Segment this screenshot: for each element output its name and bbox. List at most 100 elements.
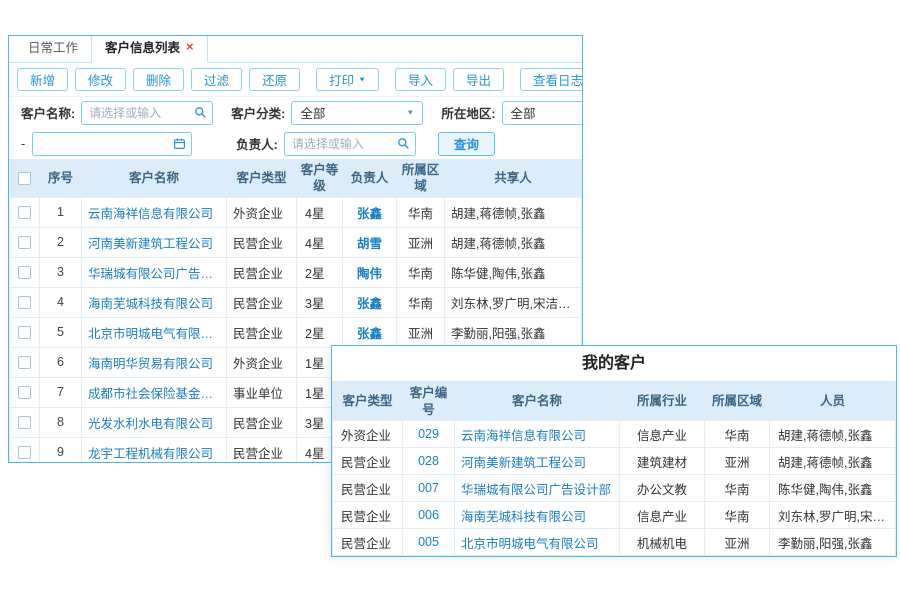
export-button[interactable]: 导出 (453, 68, 504, 91)
owner-link[interactable]: 张鑫 (343, 197, 397, 227)
list-item[interactable]: 民营企业007华瑞城有限公司广告设计部办公文教华南陈华健,陶伟,张鑫 (333, 475, 896, 502)
table-row[interactable]: 1云南海祥信息有限公司外资企业4星张鑫华南胡建,蒋德帧,张鑫 (10, 197, 582, 227)
customer-code-link[interactable]: 006 (403, 502, 455, 529)
col-header-people: 人员 (770, 383, 896, 421)
customer-level: 2星 (297, 317, 343, 347)
table-row[interactable]: 2河南美新建筑工程公司民营企业4星胡雪亚洲胡建,蒋德帧,张鑫 (10, 227, 582, 257)
table-row[interactable]: 4海南芜城科技有限公司民营企业3星张鑫华南刘东林,罗广明,宋洁然,张鑫 (10, 287, 582, 317)
region: 亚洲 (397, 227, 445, 257)
customer-type: 民营企业 (227, 437, 297, 463)
people: 胡建,蒋德帧,张鑫 (770, 448, 896, 475)
region: 华南 (397, 287, 445, 317)
row-number: 4 (40, 287, 82, 317)
people: 刘东林,罗广明,宋洁然... (770, 502, 896, 529)
delete-button[interactable]: 删除 (133, 68, 184, 91)
customer-name-link[interactable]: 云南海祥信息有限公司 (82, 197, 227, 227)
list-item[interactable]: 民营企业005北京市明城电气有限公司机械机电亚洲李勤丽,阳强,张鑫 (333, 529, 896, 556)
customer-name-link[interactable]: 海南芜城科技有限公司 (455, 502, 620, 529)
my-customers-table-body: 外资企业029云南海祥信息有限公司信息产业华南胡建,蒋德帧,张鑫民营企业028河… (333, 421, 896, 556)
customer-code-link[interactable]: 029 (403, 421, 455, 448)
customer-type: 外资企业 (333, 421, 403, 448)
table-row[interactable]: 5北京市明城电气有限公司民营企业2星张鑫亚洲李勤丽,阳强,张鑫 (10, 317, 582, 347)
row-checkbox[interactable] (18, 356, 31, 369)
customer-name-link[interactable]: 海南芜城科技有限公司 (82, 287, 227, 317)
restore-button[interactable]: 还原 (249, 68, 300, 91)
row-checkbox[interactable] (18, 446, 31, 459)
customer-name-link[interactable]: 龙宇工程机械有限公司 (82, 437, 227, 463)
edit-button[interactable]: 修改 (75, 68, 126, 91)
row-checkbox[interactable] (18, 296, 31, 309)
customer-code-link[interactable]: 007 (403, 475, 455, 502)
customer-name-filter (81, 101, 213, 125)
row-checkbox[interactable] (18, 386, 31, 399)
list-item[interactable]: 民营企业028河南美新建筑工程公司建筑建材亚洲胡建,蒋德帧,张鑫 (333, 448, 896, 475)
customer-type: 民营企业 (333, 529, 403, 556)
customer-name-link[interactable]: 成都市社会保险基金管理... (82, 377, 227, 407)
import-button[interactable]: 导入 (395, 68, 446, 91)
col-header-name: 客户名称 (455, 383, 620, 421)
col-header-region: 所属区域 (705, 383, 770, 421)
category-select[interactable]: 全部 ▼ (291, 101, 423, 125)
row-checkbox[interactable] (18, 206, 31, 219)
customer-name-link[interactable]: 华瑞城有限公司广告设计部 (82, 257, 227, 287)
owner-link[interactable]: 张鑫 (343, 317, 397, 347)
row-number: 1 (40, 197, 82, 227)
filter-row-1: 客户名称: 客户分类: 全部 ▼ 所在地区: 全部 ▼ (9, 97, 582, 128)
region-select[interactable]: 全部 ▼ (502, 101, 583, 125)
col-header-name: 客户名称 (82, 160, 227, 198)
close-icon[interactable]: × (186, 40, 194, 53)
row-checkbox[interactable] (18, 236, 31, 249)
region: 华南 (397, 197, 445, 227)
customer-name-link[interactable]: 北京市明城电气有限公司 (82, 317, 227, 347)
owner-link[interactable]: 张鑫 (343, 287, 397, 317)
search-icon[interactable] (397, 137, 410, 150)
view-log-button[interactable]: 查看日志 (520, 68, 583, 91)
date-input[interactable] (32, 132, 192, 156)
customer-name-link[interactable]: 光发水利水电有限公司 (82, 407, 227, 437)
row-number: 7 (40, 377, 82, 407)
row-checkbox-cell (10, 347, 40, 377)
industry: 信息产业 (620, 502, 705, 529)
industry: 办公文教 (620, 475, 705, 502)
customer-name-link[interactable]: 河南美新建筑工程公司 (455, 448, 620, 475)
customer-code-link[interactable]: 028 (403, 448, 455, 475)
search-icon[interactable] (194, 106, 207, 119)
list-item[interactable]: 外资企业029云南海祥信息有限公司信息产业华南胡建,蒋德帧,张鑫 (333, 421, 896, 448)
row-checkbox[interactable] (18, 416, 31, 429)
select-all-checkbox[interactable] (18, 172, 31, 185)
row-number: 6 (40, 347, 82, 377)
owner-link[interactable]: 胡雪 (343, 227, 397, 257)
row-checkbox[interactable] (18, 266, 31, 279)
customer-name-link[interactable]: 云南海祥信息有限公司 (455, 421, 620, 448)
customer-level: 2星 (297, 257, 343, 287)
list-item[interactable]: 民营企业006海南芜城科技有限公司信息产业华南刘东林,罗广明,宋洁然... (333, 502, 896, 529)
query-button[interactable]: 查询 (438, 132, 495, 156)
chevron-down-icon: ▼ (358, 76, 366, 84)
tab-bar: 日常工作 客户信息列表 × (9, 36, 582, 63)
customer-table-header-row: 序号 客户名称 客户类型 客户等级 负责人 所属区域 共享人 (10, 160, 582, 198)
customer-name-link[interactable]: 华瑞城有限公司广告设计部 (455, 475, 620, 502)
row-checkbox-cell (10, 197, 40, 227)
region: 华南 (705, 475, 770, 502)
col-header-region: 所属区域 (397, 160, 445, 198)
customer-name-link[interactable]: 河南美新建筑工程公司 (82, 227, 227, 257)
add-button[interactable]: 新增 (17, 68, 68, 91)
filter-row-2: - 负责人: (9, 128, 582, 159)
filter-button[interactable]: 过滤 (191, 68, 242, 91)
people: 胡建,蒋德帧,张鑫 (770, 421, 896, 448)
region: 亚洲 (397, 317, 445, 347)
region-value: 全部 (511, 103, 536, 122)
people: 陈华健,陶伟,张鑫 (770, 475, 896, 502)
category-label: 客户分类: (231, 103, 285, 122)
calendar-icon[interactable] (173, 137, 186, 150)
customer-name-link[interactable]: 北京市明城电气有限公司 (455, 529, 620, 556)
owner-link[interactable]: 陶伟 (343, 257, 397, 287)
tab-customer-list[interactable]: 客户信息列表 × (91, 35, 208, 63)
tab-daily-work[interactable]: 日常工作 (15, 35, 91, 62)
row-checkbox[interactable] (18, 326, 31, 339)
print-button[interactable]: 打印 ▼ (316, 68, 379, 91)
customer-code-link[interactable]: 005 (403, 529, 455, 556)
customer-name-link[interactable]: 海南明华贸易有限公司 (82, 347, 227, 377)
col-header-level: 客户等级 (297, 160, 343, 198)
table-row[interactable]: 3华瑞城有限公司广告设计部民营企业2星陶伟华南陈华健,陶伟,张鑫 (10, 257, 582, 287)
